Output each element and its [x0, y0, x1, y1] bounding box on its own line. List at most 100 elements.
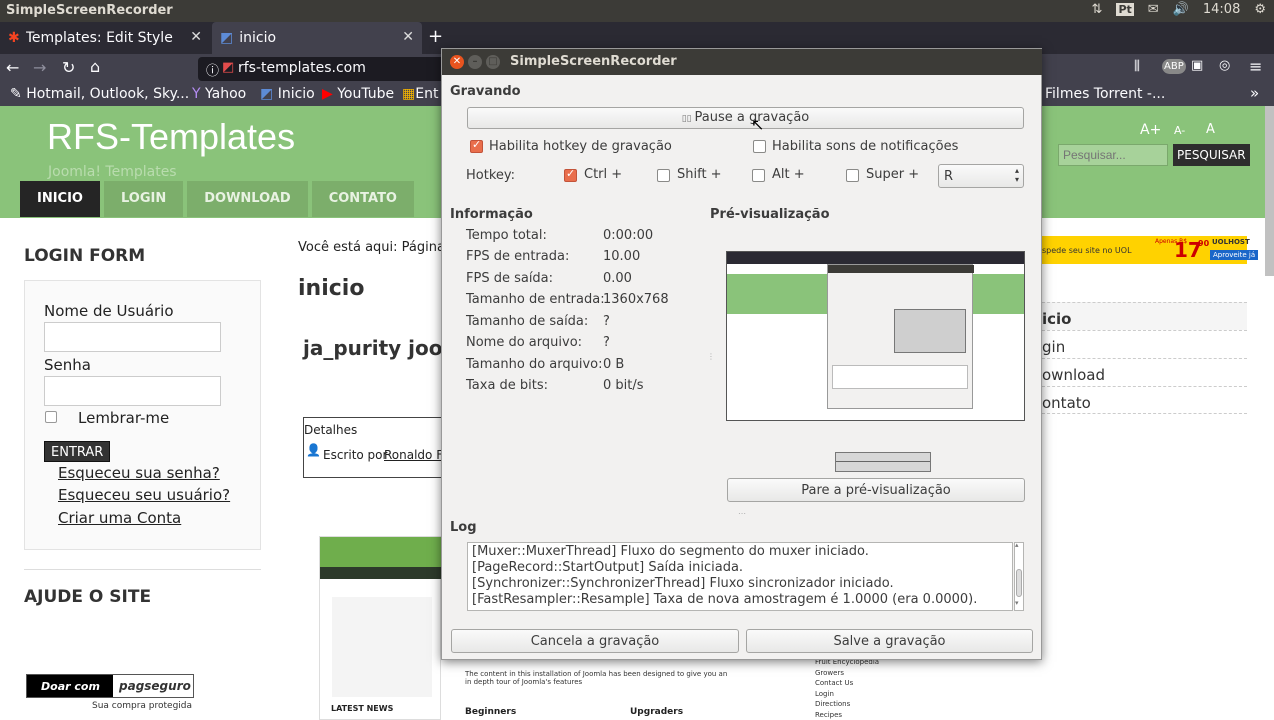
user-icon: 👤	[306, 443, 321, 457]
site-search-button[interactable]: PESQUISAR	[1173, 144, 1250, 166]
close-window-icon[interactable]: ✕	[450, 55, 464, 69]
alt-checkbox[interactable]	[752, 169, 765, 182]
library-icon[interactable]: ⫼	[1134, 59, 1140, 74]
yahoo-icon: Y	[192, 86, 206, 102]
url-bar[interactable]: ⓘ ◩ rfs-templates.com	[198, 57, 448, 81]
splitter-handle[interactable]: ⋯	[738, 509, 746, 518]
bookmark-label: Filmes Torrent -...	[1045, 86, 1166, 102]
password-input[interactable]	[44, 376, 221, 406]
create-account-link[interactable]: Criar uma Conta	[58, 509, 181, 527]
scrollbar-thumb[interactable]	[1016, 569, 1022, 597]
hotkey-label: Hotkey:	[466, 168, 516, 183]
details-label: Detalhes	[304, 423, 358, 437]
preview-dialog-titlebar	[828, 265, 974, 273]
remember-me-checkbox[interactable]	[45, 411, 57, 423]
font-larger-button[interactable]: A+	[1140, 122, 1161, 138]
scroll-down-icon[interactable]: ▾	[1015, 599, 1019, 607]
menu-hamburger-icon[interactable]: ≡	[1249, 57, 1262, 76]
mouse-cursor-icon: ↖	[751, 115, 765, 134]
settings-gear-icon[interactable]: ⚙	[1254, 2, 1266, 17]
log-textarea[interactable]: [Muxer::MuxerThread] Fluxo do segmento d…	[467, 542, 1013, 611]
maximize-window-icon[interactable]: □	[486, 55, 500, 69]
list-item[interactable]: Growers	[815, 668, 915, 679]
menu-item-inicio[interactable]: INICIO	[20, 181, 100, 217]
tab-templates-edit-style[interactable]: ✱ Templates: Edit Style - RF ✕	[0, 22, 210, 54]
right-menu-item-inicio[interactable]: icio	[1042, 302, 1247, 330]
bookmark-hotmail[interactable]: ✎ Hotmail, Outlook, Sky...	[10, 86, 189, 102]
site-logo[interactable]: RFS-Templates	[47, 116, 295, 158]
minimize-window-icon[interactable]: –	[468, 55, 482, 69]
close-tab-icon[interactable]: ✕	[190, 29, 202, 45]
super-checkbox[interactable]	[846, 169, 859, 182]
help-site-title: AJUDE O SITE	[24, 587, 152, 607]
author-link[interactable]: Ronaldo Fa	[384, 448, 449, 462]
sound-enable-checkbox[interactable]	[753, 140, 766, 153]
ctrl-checkbox[interactable]	[564, 167, 577, 182]
volume-icon[interactable]: 🔊	[1173, 2, 1189, 17]
login-submit-button[interactable]: ENTRAR	[44, 441, 111, 462]
network-icon[interactable]: ⇅	[1092, 2, 1103, 17]
right-menu-item-login[interactable]: gin	[1042, 330, 1247, 358]
bookmark-label: Inicio	[277, 86, 315, 102]
hotkey-key-select[interactable]: R ▴ ▾	[938, 164, 1024, 188]
scroll-up-icon[interactable]: ▴	[1015, 541, 1019, 549]
new-tab-icon[interactable]: +	[428, 26, 443, 47]
uol-ad-banner[interactable]: spede seu site no UOL Apenas R$ 17 90 UO…	[1042, 236, 1259, 264]
right-menu-item-download[interactable]: ownload	[1042, 358, 1247, 386]
info-key: Tamanho de saída:	[466, 314, 589, 329]
close-tab-icon[interactable]: ✕	[402, 29, 414, 45]
menu-item-login[interactable]: LOGIN	[103, 181, 184, 217]
forgot-password-link[interactable]: Esqueceu sua senha?	[58, 464, 220, 482]
info-row: Tamanho de saída:?	[466, 314, 706, 336]
login-form-title: LOGIN FORM	[24, 246, 146, 266]
clock[interactable]: 14:08	[1203, 2, 1240, 17]
forward-icon[interactable]: →	[33, 58, 46, 77]
username-input[interactable]	[44, 322, 221, 352]
bookmark-inicio[interactable]: ◩ Inicio	[260, 86, 315, 102]
stop-preview-button[interactable]: Pare a pré-visualização	[727, 478, 1025, 502]
bookmarks-overflow-icon[interactable]: »	[1250, 84, 1259, 102]
spin-arrows-icon: ▴ ▾	[1014, 166, 1019, 184]
info-value: 0 B	[603, 357, 625, 372]
tab-inicio[interactable]: ◩ inicio ✕	[212, 22, 422, 54]
list-item[interactable]: Recipes	[815, 710, 915, 720]
font-smaller-button[interactable]: A-	[1174, 124, 1185, 137]
hotkey-enable-checkbox[interactable]	[470, 138, 483, 153]
adblock-icon[interactable]: ABP	[1162, 59, 1186, 74]
right-menu-item-contato[interactable]: ontato	[1042, 386, 1247, 414]
forgot-username-link[interactable]: Esqueceu seu usuário?	[58, 486, 230, 504]
home-icon[interactable]: ⌂	[90, 57, 100, 76]
mail-icon[interactable]: ✉	[1148, 2, 1159, 17]
keyboard-layout-indicator[interactable]: Pt	[1116, 3, 1134, 16]
save-recording-button[interactable]: Salve a gravação	[746, 629, 1033, 653]
log-line: [PageRecord::StartOutput] Saída iniciada…	[472, 560, 744, 575]
pause-recording-button[interactable]: ▯▯ Pause a gravação	[467, 107, 1024, 129]
sidebar-icon[interactable]: ▣	[1191, 58, 1203, 73]
ctrl-label: Ctrl +	[584, 167, 623, 182]
bookmark-ent[interactable]: ▦Ent	[402, 86, 438, 102]
screenshot-icon[interactable]: ◎	[1219, 58, 1230, 73]
list-item[interactable]: Contact Us	[815, 678, 915, 689]
back-icon[interactable]: ←	[6, 58, 19, 77]
bookmark-icon: ✎	[10, 86, 27, 102]
ad-text: spede seu site no UOL	[1042, 246, 1132, 255]
menu-item-download[interactable]: DOWNLOAD	[187, 181, 308, 217]
list-item[interactable]: Login	[815, 689, 915, 700]
log-scrollbar[interactable]: ▴ ▾	[1014, 541, 1024, 611]
pane-splitter-handle[interactable]: ⋮	[707, 352, 715, 361]
pagseguro-donate-button[interactable]: Doar com pagseguro	[26, 674, 194, 698]
reload-icon[interactable]: ↻	[62, 58, 75, 77]
bookmark-filmes[interactable]: Filmes Torrent -...	[1045, 86, 1165, 102]
site-info-icon[interactable]: ⓘ	[206, 60, 219, 79]
shift-checkbox[interactable]	[657, 169, 670, 182]
author-prefix: Escrito por	[323, 448, 388, 462]
bookmark-youtube[interactable]: ▶ YouTube	[322, 86, 394, 102]
list-item[interactable]: Directions	[815, 699, 915, 710]
bookmark-yahoo[interactable]: Y Yahoo	[192, 86, 246, 102]
font-reset-button[interactable]: A	[1206, 122, 1215, 137]
site-search-input[interactable]	[1058, 144, 1168, 166]
dialog-titlebar[interactable]: ✕ – □ SimpleScreenRecorder	[442, 49, 1042, 75]
cancel-recording-button[interactable]: Cancela a gravação	[451, 629, 739, 653]
page-scrollbar[interactable]	[1265, 106, 1274, 276]
menu-item-contato[interactable]: CONTATO	[311, 181, 414, 217]
